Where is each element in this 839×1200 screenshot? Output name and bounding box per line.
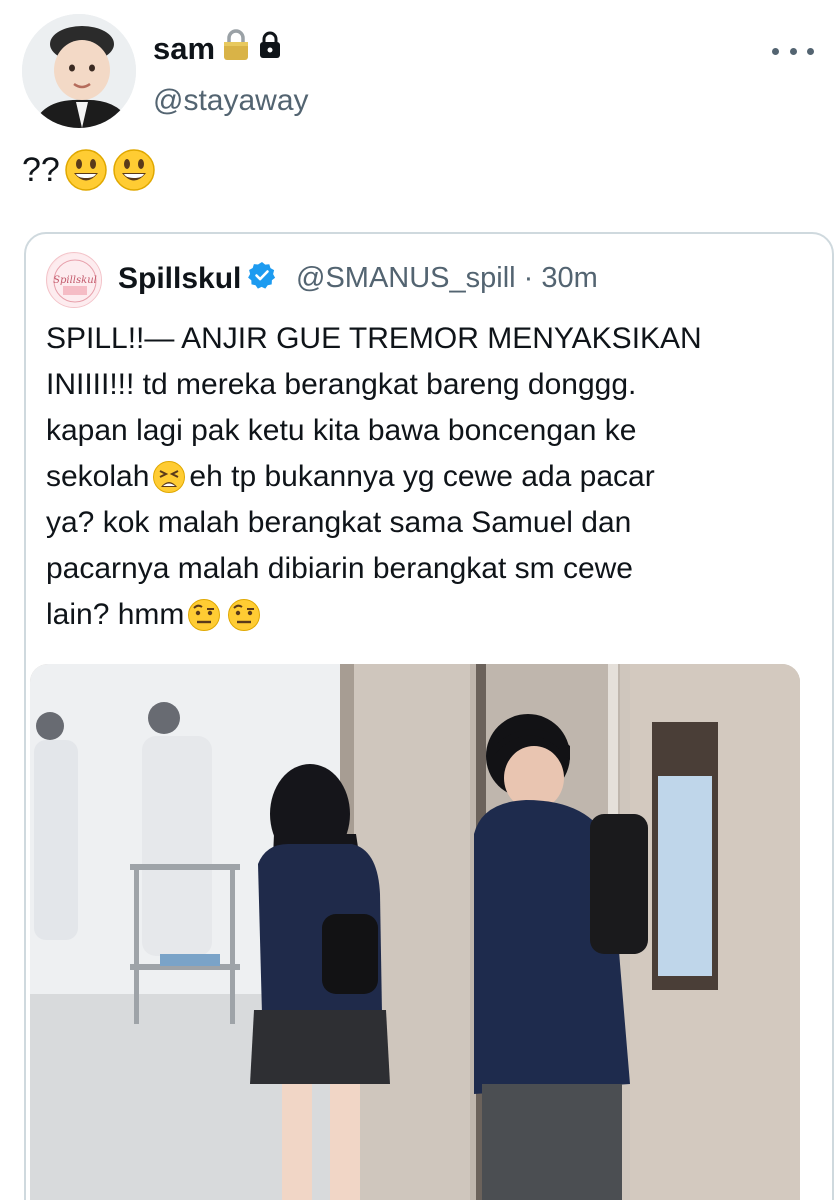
quoted-author-name[interactable]: Spillskul [118, 260, 277, 298]
raised-eyebrow-emoji-icon [227, 598, 261, 632]
quoted-timestamp[interactable]: 30m [541, 262, 597, 294]
meta-separator: · [523, 262, 534, 294]
tweet-text: ?? [22, 148, 156, 192]
author-name[interactable]: sam [153, 28, 283, 70]
tweet-text-content: ?? [22, 150, 60, 189]
quoted-text-line-6: pacarnya malah dibiarin berangkat sm cew… [46, 552, 633, 585]
quoted-avatar[interactable]: Spillskul [46, 252, 102, 308]
more-options-icon[interactable] [772, 40, 814, 62]
quoted-avatar-text: Spillskul [53, 275, 97, 286]
quoted-text-line-1: SPILL!!— ANJIR GUE TREMOR MENYAKSIKAN [46, 322, 702, 355]
quoted-text-line-3: kapan lagi pak ketu kita bawa boncengan … [46, 414, 637, 447]
quoted-text-line: lain? hmm [46, 592, 816, 638]
verified-badge-icon [247, 260, 277, 298]
quoted-handle[interactable]: @SMANUS_spill [296, 262, 516, 294]
tired-face-emoji-icon [152, 460, 186, 494]
quoted-text-line: sekolah eh tp bukannya yg cewe ada pacar [46, 454, 816, 500]
quoted-text-line: INIIII!!! td mereka berangkat bareng don… [46, 362, 816, 408]
quoted-text-line-4b: eh tp bukannya yg cewe ada pacar [189, 460, 655, 493]
avatar[interactable] [22, 14, 136, 128]
author-display-name: sam [153, 31, 216, 66]
raised-eyebrow-emoji-icon [187, 598, 221, 632]
quoted-media-photo[interactable] [30, 664, 800, 1200]
quoted-text-line: pacarnya malah dibiarin berangkat sm cew… [46, 546, 816, 592]
tweet: sam @stayaway ?? Spillskul Spillskul @SM… [0, 0, 839, 1200]
quoted-display-name: Spillskul [118, 262, 242, 295]
quoted-text-line-4a: sekolah [46, 460, 150, 493]
quoted-text-line: ya? kok malah berangkat sama Samuel dan [46, 500, 816, 546]
padlock-emoji-icon [221, 28, 251, 70]
quoted-text-line-2: INIIII!!! td mereka berangkat bareng don… [46, 368, 637, 401]
quoted-meta: @SMANUS_spill · 30m [296, 262, 598, 295]
author-handle[interactable]: @stayaway [153, 84, 309, 118]
quoted-tweet-card[interactable]: Spillskul Spillskul @SMANUS_spill · 30m … [24, 232, 834, 1200]
quoted-tweet-text: SPILL!!— ANJIR GUE TREMOR MENYAKSIKAN IN… [46, 316, 816, 638]
grinning-face-emoji-icon [64, 148, 108, 192]
quoted-text-line: kapan lagi pak ketu kita bawa boncengan … [46, 408, 816, 454]
quoted-text-line-5: ya? kok malah berangkat sama Samuel dan [46, 506, 632, 539]
quoted-text-line-7: lain? hmm [46, 598, 185, 631]
lock-icon [257, 30, 283, 68]
grinning-face-emoji-icon [112, 148, 156, 192]
quoted-text-line: SPILL!!— ANJIR GUE TREMOR MENYAKSIKAN [46, 316, 816, 362]
